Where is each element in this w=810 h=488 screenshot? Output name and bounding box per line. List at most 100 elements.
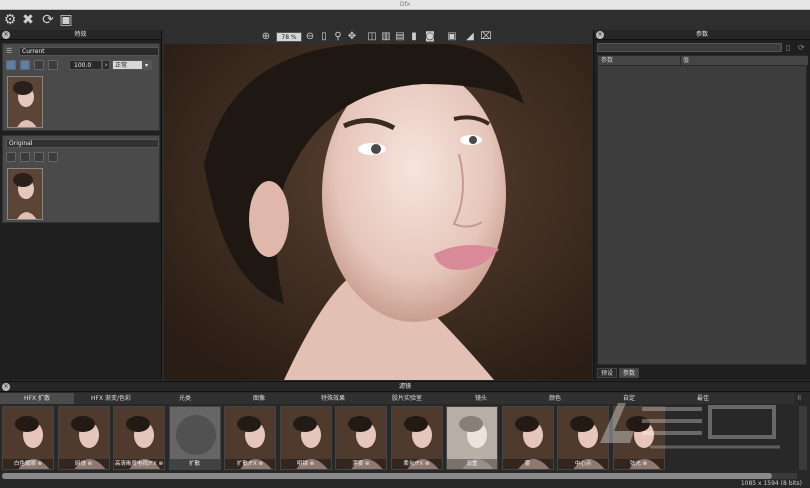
magnifier-icon[interactable]: ⚲ — [332, 31, 344, 43]
zoom-field[interactable]: 78 % — [276, 32, 302, 42]
effects-panel: × 特效 ☰ Current 100.0 › 正常 ▾ Original — [0, 30, 162, 380]
filter-tile-label: 柔化/FX ⊗ — [391, 459, 442, 469]
window-titlebar: Dfx — [0, 0, 810, 10]
filter-tile-soften-fx[interactable]: 柔化/FX ⊗ — [390, 406, 443, 470]
filter-tile-label: 焖烧 ⊗ — [58, 459, 109, 469]
category-custom[interactable]: 自定 — [592, 393, 666, 404]
window-title: Dfx — [399, 1, 411, 8]
fit-icon[interactable]: ▯ — [318, 31, 330, 43]
opacity-field[interactable]: 100.0 — [69, 60, 102, 70]
grid-icon[interactable] — [48, 60, 58, 70]
filters-panel-title: × 滤镜 — [0, 382, 810, 392]
filter-tile-center-spot[interactable]: 中心点 — [557, 406, 609, 470]
reset-icon[interactable]: ⟳ — [798, 43, 807, 52]
effects-panel-title: × 特效 — [0, 30, 161, 40]
zoom-in-icon[interactable]: ⊕ — [260, 31, 272, 43]
column-header-value: 值 — [680, 56, 689, 66]
parameter-search-field[interactable] — [597, 43, 782, 52]
camera-icon[interactable]: ◙ — [424, 31, 436, 43]
close-icon[interactable]: × — [2, 383, 10, 391]
snapshot-icon[interactable]: ⌧ — [480, 31, 492, 43]
frame-icon[interactable]: ▣ — [446, 31, 458, 43]
close-icon[interactable]: ✖ — [20, 12, 36, 28]
category-lens[interactable]: 镜头 — [444, 393, 518, 404]
category-special-effects[interactable]: 特殊效果 — [296, 393, 370, 404]
filter-tile-label: 扩散 — [169, 459, 220, 469]
histogram-icon[interactable]: ◢ — [464, 31, 476, 43]
filters-horizontal-scrollbar[interactable] — [2, 473, 797, 479]
category-hfx-diffusion[interactable]: HFX 扩散 — [0, 393, 74, 404]
current-layer-thumbnail[interactable] — [7, 76, 43, 128]
current-layer[interactable]: ☰ Current 100.0 › 正常 ▾ — [2, 43, 160, 131]
portrait-thumbnail-image — [8, 169, 42, 219]
filter-tile-label: 双重 — [447, 459, 497, 469]
filter-tile-label: 白色耀眼 ⊗ — [3, 459, 53, 469]
brush-icon[interactable] — [34, 152, 44, 162]
scrollbar-thumb[interactable] — [2, 473, 772, 479]
close-icon[interactable]: × — [596, 31, 604, 39]
zoom-out-icon[interactable]: ⊖ — [304, 31, 316, 43]
filter-tile-fog[interactable]: 漂雾 ⊗ — [335, 406, 387, 470]
category-film-lab[interactable]: 胶片实验室 — [370, 393, 444, 404]
blend-mode-select[interactable]: 正常 ▾ — [112, 60, 152, 70]
tab-parameters[interactable]: 参数 — [619, 368, 639, 378]
category-color[interactable]: 颜色 — [518, 393, 592, 404]
preview-toolbar: ⊕ 78 % ⊖ ▯ ⚲ ✥ ◫ ▥ ▤ ▮ ◙ ▣ ◢ ⌧ — [164, 30, 592, 44]
close-icon[interactable]: × — [2, 31, 10, 39]
filter-tile-label: 高清晰度电视/FX ⊗ — [114, 459, 164, 469]
chevron-right-icon[interactable]: › — [102, 60, 110, 70]
brush-icon[interactable] — [34, 60, 44, 70]
filter-tile-white-glow[interactable]: 白色耀眼 ⊗ — [2, 406, 54, 470]
original-layer-thumbnail[interactable] — [7, 168, 43, 220]
original-layer-name[interactable]: Original — [6, 139, 159, 148]
split-vertical-icon[interactable]: ◫ — [366, 31, 378, 43]
category-hfx-gradient[interactable]: HFX 渐变/色彩 — [74, 393, 148, 404]
single-view-icon[interactable]: ▮ — [408, 31, 420, 43]
split-horizontal-icon[interactable]: ▤ — [394, 31, 406, 43]
mask-icon[interactable] — [6, 152, 16, 162]
chevron-down-icon: ▾ — [142, 61, 151, 70]
filters-vertical-scrollbar[interactable] — [799, 406, 807, 470]
compare-icon[interactable]: ▣ — [58, 12, 74, 28]
current-layer-name[interactable]: Current — [19, 47, 159, 56]
gear-icon[interactable]: ⚙ — [2, 12, 18, 28]
filter-tile-label: 扩散/FX ⊗ — [225, 459, 275, 469]
filter-tile-diffusion-fx[interactable]: 扩散/FX ⊗ — [224, 406, 276, 470]
main-toolbar: ⚙ ✖ ⟳ ▣ — [0, 10, 810, 30]
display-icon[interactable] — [20, 152, 30, 162]
image-size-status: 1085 x 1594 (8 bits) — [740, 480, 802, 487]
split-dual-icon[interactable]: ▥ — [380, 31, 392, 43]
category-light[interactable]: 光类 — [148, 393, 222, 404]
document-icon[interactable]: ▯ — [786, 43, 795, 52]
image-preview[interactable] — [164, 44, 592, 380]
filter-tile-mist[interactable]: 雾 — [501, 406, 554, 470]
refresh-icon[interactable]: ⟳ — [40, 12, 56, 28]
filter-tile-string-light[interactable]: 弦光 ⊗ — [612, 406, 665, 470]
filters-panel: × 滤镜 ⠿ HFX 扩散 HFX 渐变/色彩 光类 图像 特殊效果 胶片实验室… — [0, 381, 810, 488]
display-icon[interactable] — [20, 60, 30, 70]
portrait-thumbnail-image — [8, 77, 42, 127]
filter-tile-label: 漂雾 ⊗ — [336, 459, 386, 469]
category-favorites[interactable]: 最佳 — [666, 393, 740, 404]
mask-icon[interactable] — [6, 60, 16, 70]
pan-icon[interactable]: ✥ — [346, 31, 358, 43]
original-layer-tools — [6, 152, 161, 164]
grid-icon[interactable] — [48, 152, 58, 162]
category-image[interactable]: 图像 — [222, 393, 296, 404]
parameter-table-header: 参数 值 — [598, 56, 808, 66]
parameters-panel-title: × 参数 — [594, 30, 810, 40]
portrait-image — [164, 44, 592, 380]
grid-view-icon[interactable]: ⠿ — [797, 394, 807, 403]
filter-tile-double[interactable]: 双重 — [446, 406, 498, 470]
filter-tile-diffusion[interactable]: 扩散 — [168, 406, 221, 470]
column-header-parameter: 参数 — [601, 57, 614, 64]
tab-presets[interactable]: 预设 — [597, 368, 617, 378]
filter-tile-hdtv-fx[interactable]: 高清晰度电视/FX ⊗ — [113, 406, 165, 470]
current-layer-tools: 100.0 › 正常 ▾ — [6, 60, 161, 72]
layers-icon[interactable]: ☰ — [6, 47, 16, 56]
filter-tile-smolder[interactable]: 焖烧 ⊗ — [57, 406, 110, 470]
original-layer[interactable]: Original — [2, 135, 160, 223]
parameter-table: 参数 值 — [597, 55, 808, 365]
filter-tile-clear-lens[interactable]: 明镜 ⊗ — [279, 406, 332, 470]
filter-tile-label: 明镜 ⊗ — [280, 459, 331, 469]
